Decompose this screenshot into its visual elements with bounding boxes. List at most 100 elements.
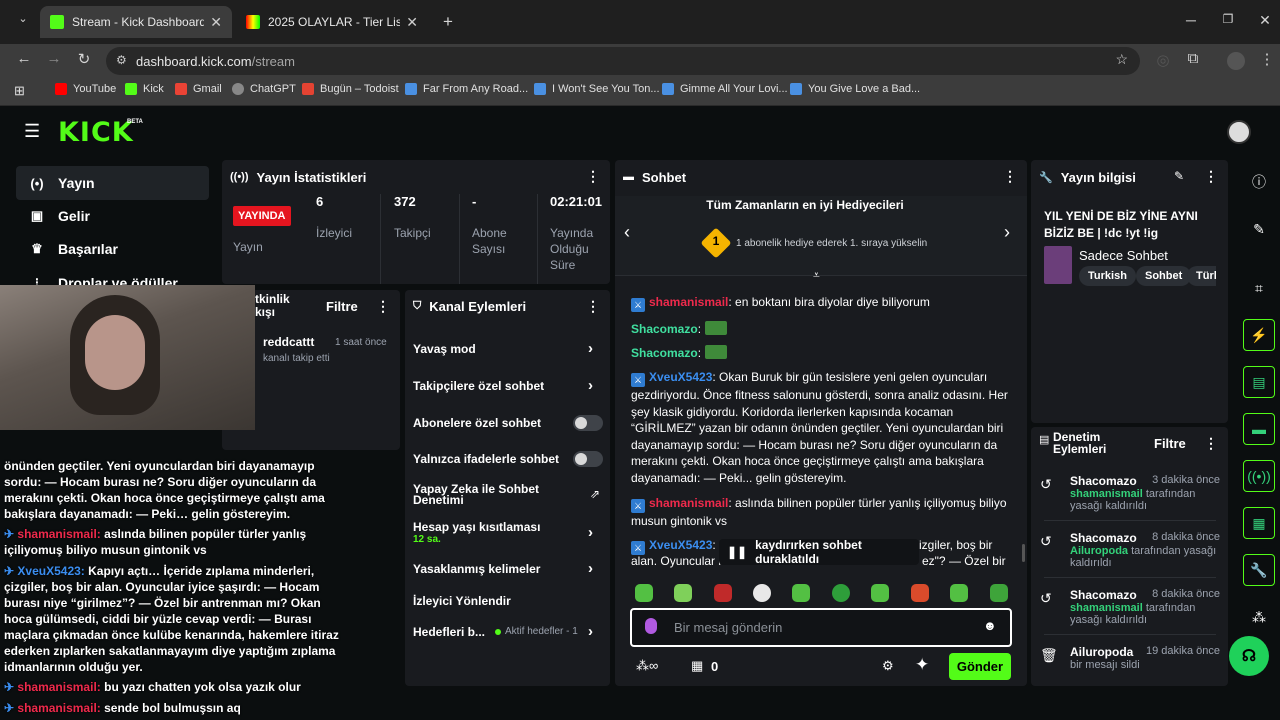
broadcast-icon[interactable]: ((•)) — [1243, 460, 1275, 492]
sidebar-item-revenue[interactable]: ▣ Gelir — [16, 199, 209, 233]
tag-pill[interactable]: Turkish — [1079, 266, 1136, 286]
chat-input[interactable]: Bir mesaj gönderin — [674, 620, 782, 635]
more-options-icon[interactable]: ⋮ — [1204, 435, 1218, 452]
close-window-icon[interactable]: ✕ — [1254, 12, 1276, 29]
new-tab-icon[interactable]: + — [437, 12, 459, 32]
chat-username[interactable]: shamanismail — [649, 496, 728, 510]
bookmark-song-2[interactable]: I Won't See You Ton... — [534, 83, 660, 95]
banned-words-item[interactable]: Yasaklanmış kelimeler › — [413, 560, 603, 577]
chat-username[interactable]: shamanismail — [649, 295, 728, 309]
site-info-icon[interactable]: ⚙ — [116, 53, 127, 67]
emote-icon[interactable] — [832, 584, 850, 602]
tag-pill[interactable]: Sohbet — [1136, 266, 1192, 286]
more-options-icon[interactable]: ⋮ — [1003, 168, 1017, 185]
bookmark-song-3[interactable]: Gimme All Your Lovi... — [662, 83, 788, 95]
bookmark-chatgpt[interactable]: ChatGPT — [232, 83, 296, 95]
sidebar-item-stream[interactable]: (•) Yayın — [16, 166, 209, 200]
back-icon[interactable]: ← — [13, 50, 35, 67]
collapse-banner-icon[interactable]: ⩡ — [813, 268, 820, 283]
kick-logo[interactable]: KICK — [58, 117, 134, 148]
profile-avatar-icon[interactable] — [1227, 52, 1245, 70]
followers-only-item[interactable]: Takipçilere özel sohbet › — [413, 377, 603, 394]
browser-menu-icon[interactable]: ⋮ — [1256, 50, 1278, 68]
bookmark-kick[interactable]: Kick — [125, 83, 164, 95]
mod-target[interactable]: Ailuropoda — [1070, 545, 1128, 557]
chat-settings-icon[interactable]: ⚙ — [882, 658, 894, 674]
lightning-icon[interactable]: ⚡ — [1243, 319, 1275, 351]
support-headset-icon[interactable]: ☊ — [1229, 636, 1269, 676]
emote-icon[interactable] — [714, 584, 732, 602]
edit-pencil-icon[interactable]: ✎ — [1243, 213, 1275, 245]
account-age-item[interactable]: Hesap yaşı kısıtlaması › — [413, 520, 603, 541]
tab-tier-list[interactable]: 2025 OLAYLAR - Tier List | Kor S ✕ — [236, 6, 428, 38]
info-icon[interactable]: ⓘ — [1243, 166, 1275, 198]
user-avatar[interactable] — [1227, 120, 1251, 144]
chat-bubble-icon[interactable]: ▬ — [1243, 413, 1275, 445]
close-tab-icon[interactable]: ✕ — [210, 14, 222, 31]
emote-icon[interactable] — [753, 584, 771, 602]
url-bar[interactable]: ⚙ dashboard.kick.com/stream ☆ — [106, 47, 1140, 75]
moderation-filter-button[interactable]: Filtre — [1154, 436, 1186, 451]
bookmark-song-1[interactable]: Far From Any Road... — [405, 83, 528, 95]
emote-icon[interactable] — [990, 584, 1008, 602]
slow-mode-item[interactable]: Yavaş mod › — [413, 340, 603, 357]
stream-category[interactable]: Sadece Sohbet — [1079, 248, 1168, 263]
more-options-icon[interactable]: ⋮ — [376, 298, 390, 315]
apps-grid-icon[interactable]: ⊞ — [14, 83, 25, 99]
chat-scrollbar[interactable] — [1022, 544, 1025, 562]
emoji-picker-icon[interactable]: ☻ — [983, 618, 997, 633]
wrench-icon[interactable]: 🔧 — [1243, 554, 1275, 586]
more-options-icon[interactable]: ⋮ — [586, 298, 600, 315]
microphone-icon[interactable] — [645, 618, 657, 634]
hamburger-menu-icon[interactable]: ☰ — [24, 121, 40, 142]
send-button[interactable]: Gönder — [949, 653, 1011, 680]
more-options-icon[interactable]: ⋮ — [1204, 168, 1218, 185]
clip-icon[interactable]: ⌗ — [1243, 272, 1275, 304]
edit-pencil-icon[interactable]: ✎ — [1174, 169, 1184, 183]
emote-icon[interactable] — [911, 584, 929, 602]
chat-username[interactable]: Shacomazo — [631, 346, 698, 360]
emote-icon[interactable] — [950, 584, 968, 602]
emotes-only-toggle[interactable] — [573, 451, 603, 467]
notes-icon[interactable]: ▤ — [1243, 366, 1275, 398]
bookmark-youtube[interactable]: YouTube — [55, 83, 116, 95]
maximize-icon[interactable]: ❐ — [1217, 12, 1239, 26]
chat-username[interactable]: XveuX5423 — [649, 370, 712, 384]
channel-points-icon[interactable]: ⁂∞ — [636, 658, 658, 674]
mod-target[interactable]: shamanismail — [1070, 488, 1143, 500]
minimize-icon[interactable]: ─ — [1180, 12, 1202, 28]
external-link-icon[interactable]: ⇗ — [590, 487, 600, 501]
extension-grey-icon[interactable]: ◎ — [1152, 51, 1174, 69]
extensions-puzzle-icon[interactable]: ⧉ — [1182, 50, 1204, 67]
emote-icon[interactable] — [871, 584, 889, 602]
share-icon[interactable]: ⁂ — [1243, 601, 1275, 633]
chat-paused-notice[interactable]: ❚❚ kaydırırken sohbet duraklatıldı — [719, 538, 919, 566]
chevron-right-icon[interactable]: › — [1004, 222, 1010, 243]
bookmark-gmail[interactable]: Gmail — [175, 83, 222, 95]
media-icon[interactable]: ▦ — [1243, 507, 1275, 539]
chat-username[interactable]: Shacomazo — [631, 322, 698, 336]
gift-box-icon[interactable]: ▦ — [691, 658, 703, 674]
chevron-left-icon[interactable]: ‹ — [624, 222, 630, 243]
activity-event-user[interactable]: reddcattt — [263, 335, 314, 349]
tag-pill[interactable]: Türk — [1187, 266, 1216, 286]
reload-icon[interactable]: ↻ — [73, 50, 95, 68]
tab-kick-dashboard[interactable]: Stream - Kick Dashboard ✕ — [40, 6, 232, 38]
sidebar-item-achievements[interactable]: ♛ Başarılar — [16, 232, 209, 266]
emote-icon[interactable] — [635, 584, 653, 602]
close-tab-icon[interactable]: ✕ — [406, 14, 418, 31]
forward-icon[interactable]: → — [43, 50, 65, 67]
category-thumbnail[interactable] — [1044, 246, 1072, 284]
emote-icon[interactable] — [674, 584, 692, 602]
redirect-viewers-item[interactable]: İzleyici Yönlendir — [413, 594, 511, 608]
tab-search-icon[interactable]: ⌄ — [12, 12, 34, 25]
more-options-icon[interactable]: ⋮ — [586, 168, 600, 185]
chat-username[interactable]: XveuX5423 — [649, 538, 712, 552]
ai-moderation-item[interactable]: Yapay Zeka ile Sohbet Denetimi — [413, 483, 543, 506]
mod-target[interactable]: shamanismail — [1070, 602, 1143, 614]
bookmark-song-4[interactable]: You Give Love a Bad... — [790, 83, 920, 95]
subscribers-only-toggle[interactable] — [573, 415, 603, 431]
bookmark-todoist[interactable]: Bugün – Todoist — [302, 83, 399, 95]
activity-filter-button[interactable]: Filtre — [326, 299, 358, 314]
emote-icon[interactable] — [792, 584, 810, 602]
